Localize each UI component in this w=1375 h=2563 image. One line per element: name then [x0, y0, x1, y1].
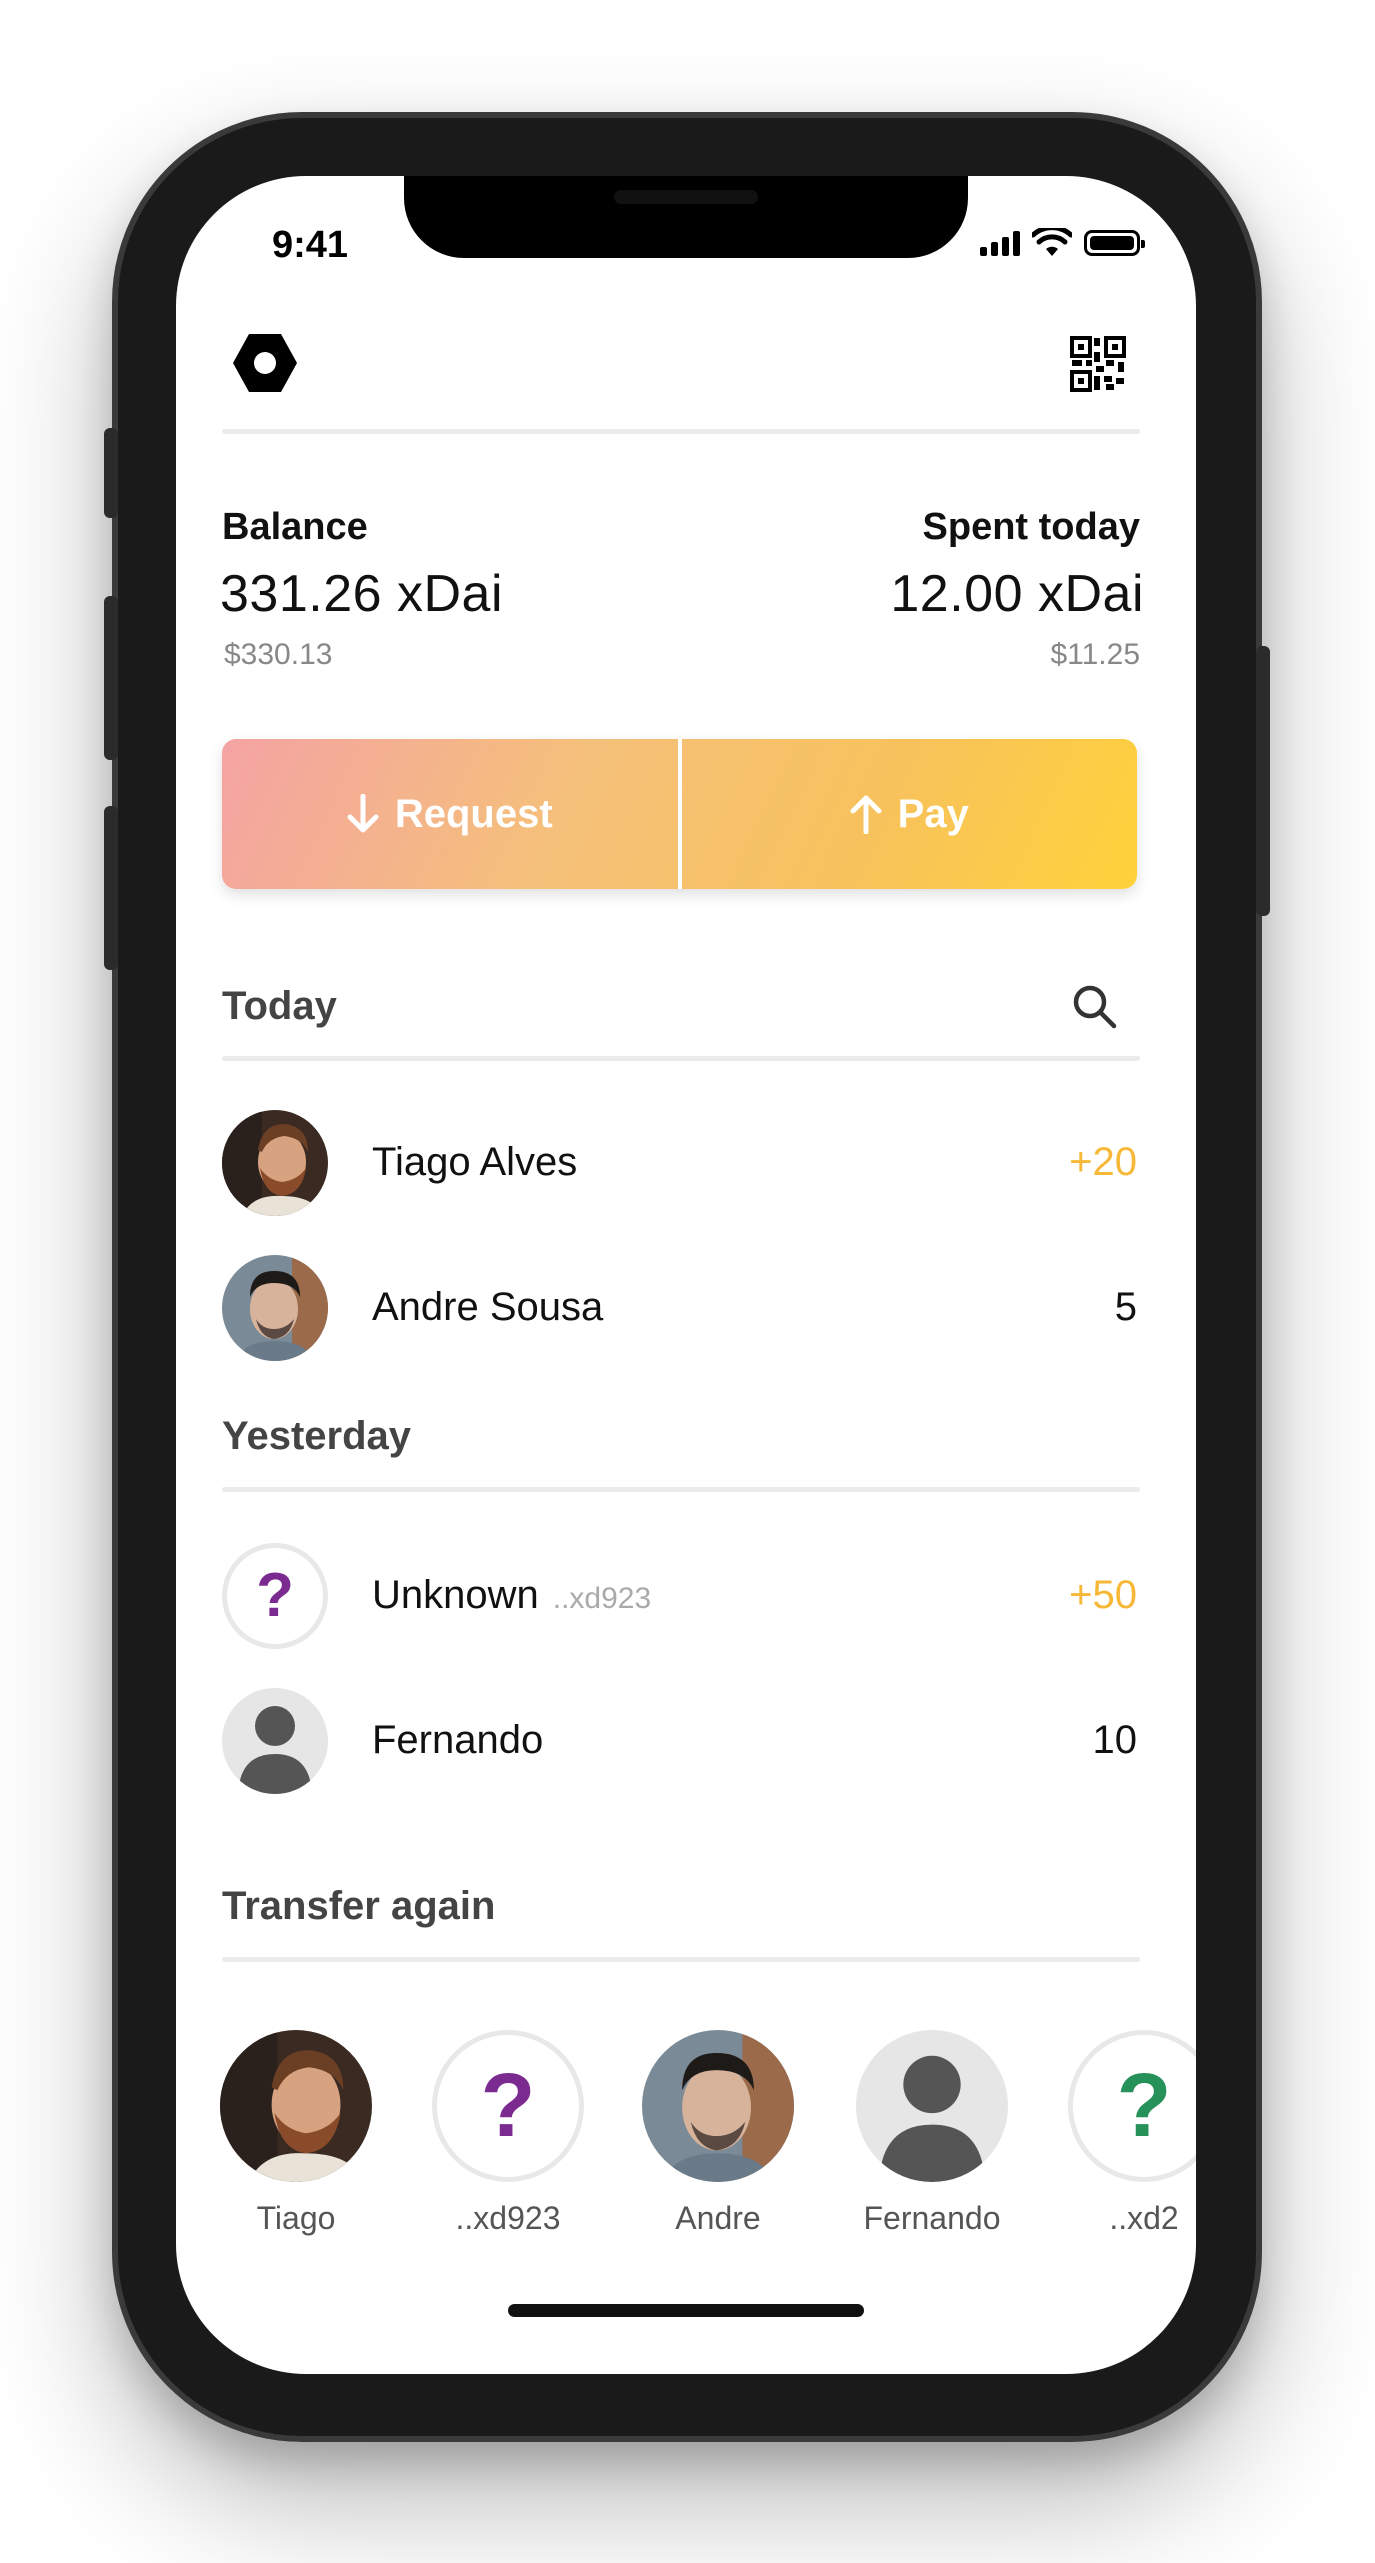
person-icon [856, 2030, 1008, 2182]
avatar [642, 2030, 794, 2182]
unknown-avatar: ? [1068, 2030, 1196, 2182]
volume-up-button [104, 596, 118, 760]
transfer-again-label: Fernando [863, 2200, 1001, 2236]
app-screen: 9:41 Balance 331.26 xDai $330.13 Spent t… [176, 176, 1196, 2374]
default-person-avatar [856, 2030, 1008, 2182]
section-title-yesterday: Yesterday [222, 1414, 412, 1458]
section-title-today: Today [222, 984, 337, 1028]
transaction-amount: 10 [1092, 1718, 1138, 1762]
arrow-up-icon [850, 795, 882, 834]
transfer-again-item[interactable]: Andre [638, 2030, 798, 2237]
transaction-amount: +50 [1069, 1573, 1137, 1617]
person-icon [222, 1688, 328, 1794]
section-title-transfer-again: Transfer again [222, 1884, 496, 1928]
spent-today-label: Spent today [922, 506, 1140, 548]
transaction-amount: 5 [1114, 1285, 1137, 1329]
mute-switch [104, 428, 118, 518]
transfer-again-label: ..xd2 [1109, 2200, 1179, 2236]
action-buttons: Request Pay [222, 739, 1137, 889]
transfer-again-item[interactable]: ? ..xd2 [1064, 2030, 1196, 2237]
cellular-signal-icon [980, 230, 1020, 256]
transaction-name: Fernando [372, 1718, 544, 1762]
transfer-again-divider [222, 1957, 1140, 1962]
yesterday-divider [222, 1487, 1140, 1492]
transaction-row[interactable]: Tiago Alves +20 [222, 1110, 1137, 1216]
unknown-avatar: ? [432, 2030, 584, 2182]
battery-icon [1084, 230, 1145, 256]
transfer-again-item[interactable]: ? ..xd923 [428, 2030, 588, 2237]
home-indicator[interactable] [508, 2304, 864, 2317]
balance-label: Balance [222, 506, 368, 548]
notch [404, 176, 968, 258]
transfer-again-item[interactable]: Fernando [852, 2030, 1012, 2237]
question-mark-icon: ? [256, 1561, 294, 1630]
transaction-row[interactable]: Fernando 10 [222, 1688, 1137, 1794]
unknown-avatar: ? [222, 1543, 328, 1649]
request-button[interactable]: Request [222, 739, 678, 889]
transaction-row[interactable]: Andre Sousa 5 [222, 1255, 1137, 1361]
spent-today-amount: 12.00 xDai [890, 565, 1144, 623]
pay-label: Pay [897, 791, 969, 836]
pay-button[interactable]: Pay [682, 739, 1138, 889]
transfer-again-label: Andre [675, 2200, 761, 2236]
transaction-name: Tiago Alves [372, 1140, 578, 1184]
status-icons [980, 228, 1145, 258]
status-time: 9:41 [272, 224, 349, 266]
wifi-icon [1032, 228, 1072, 256]
transfer-again-label: Tiago [256, 2200, 336, 2236]
avatar [222, 1110, 328, 1216]
settings-button[interactable] [232, 332, 298, 394]
transaction-name: Unknown ..xd923 [372, 1573, 651, 1618]
header-divider [222, 429, 1140, 434]
request-label: Request [394, 791, 553, 836]
arrow-down-icon [347, 794, 379, 833]
transaction-name-text: Unknown [372, 1573, 539, 1617]
balance-amount: 331.26 xDai [220, 565, 504, 623]
today-divider [222, 1056, 1140, 1061]
transfer-again-label: ..xd923 [455, 2200, 561, 2236]
search-button[interactable] [1070, 982, 1118, 1030]
transaction-address: ..xd923 [552, 1582, 652, 1615]
qr-code-icon [1070, 336, 1126, 392]
speaker [614, 190, 758, 204]
transaction-amount: +20 [1069, 1140, 1137, 1184]
power-button [1256, 646, 1270, 916]
transaction-row[interactable]: ? Unknown ..xd923 +50 [222, 1543, 1137, 1649]
hexagon-settings-icon [233, 334, 297, 392]
avatar [222, 1255, 328, 1361]
balance-fiat: $330.13 [224, 638, 333, 671]
question-mark-icon: ? [480, 2056, 536, 2156]
default-person-avatar [222, 1688, 328, 1794]
spent-today-fiat: $11.25 [1050, 638, 1140, 671]
avatar [220, 2030, 372, 2182]
qr-code-button[interactable] [1070, 336, 1126, 392]
transaction-name: Andre Sousa [372, 1285, 604, 1329]
volume-down-button [104, 806, 118, 970]
transfer-again-item[interactable]: Tiago [216, 2030, 376, 2237]
question-mark-icon: ? [1116, 2056, 1172, 2156]
search-icon [1073, 985, 1117, 1029]
